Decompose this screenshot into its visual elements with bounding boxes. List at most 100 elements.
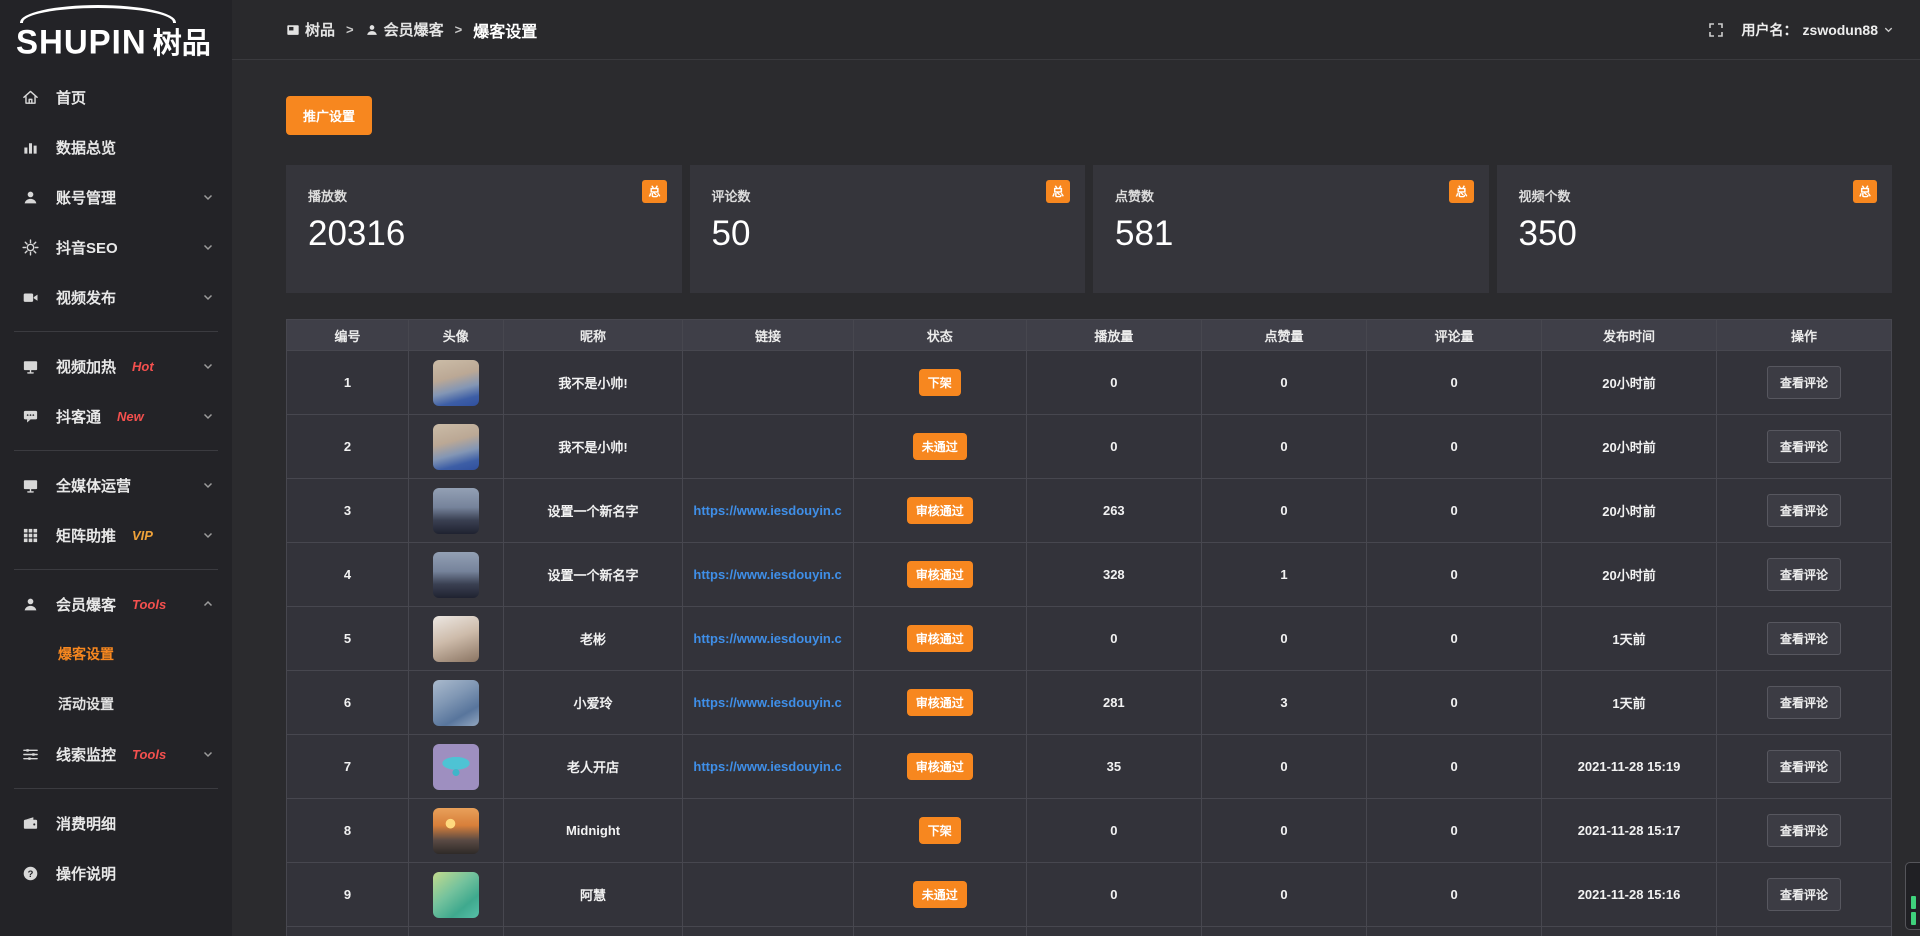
status-cell: 审核通过: [853, 607, 1026, 671]
chevron-up-icon: [202, 598, 214, 610]
avatar-cell: [408, 607, 503, 671]
comments-cell: 0: [1367, 607, 1542, 671]
avatar-cell: [408, 479, 503, 543]
chevron-down-icon: [202, 748, 214, 760]
plays-cell: 0: [1026, 415, 1201, 479]
sidebar-item-10[interactable]: 矩阵助推VIP: [0, 510, 232, 560]
view-comments-button[interactable]: 查看评论: [1767, 878, 1841, 911]
sliders-icon: [22, 746, 42, 763]
member-table: 编号头像昵称链接状态播放量点赞量评论量发布时间操作1我不是小帅!下架00020小…: [286, 319, 1892, 936]
sidebar-item-label: 消费明细: [56, 813, 116, 834]
breadcrumb-label: 树品: [305, 19, 335, 40]
likes-cell: 0: [1201, 863, 1366, 927]
sidebar-subitem-12-0[interactable]: 爆客设置: [0, 629, 232, 679]
plays-cell: 328: [1026, 543, 1201, 607]
sidebar-item-2[interactable]: 账号管理: [0, 172, 232, 222]
stat-card-total-badge: 总: [1449, 180, 1473, 203]
time-cell: 20小时前: [1542, 351, 1717, 415]
profile-link[interactable]: https://www.iesdouyin.c: [687, 759, 848, 774]
action-cell: 查看评论: [1716, 671, 1891, 735]
table-row: 8Midnight下架0002021-11-28 15:17查看评论: [287, 799, 1892, 863]
sidebar-item-3[interactable]: 抖音SEO: [0, 222, 232, 272]
link-cell: [683, 351, 853, 415]
sidebar-divider: [14, 788, 218, 789]
likes-cell: 0: [1201, 351, 1366, 415]
status-cell: 下架: [853, 799, 1026, 863]
breadcrumb-item-1[interactable]: 会员爆客: [365, 19, 444, 40]
view-comments-button[interactable]: 查看评论: [1767, 686, 1841, 719]
likes-cell: 0: [1201, 479, 1366, 543]
action-cell: 查看评论: [1716, 415, 1891, 479]
status-cell: 审核通过: [853, 479, 1026, 543]
likes-cell: 3: [1201, 671, 1366, 735]
user-icon: [365, 23, 379, 37]
status-cell: 审核通过: [853, 543, 1026, 607]
sidebar-item-9[interactable]: 全媒体运营: [0, 460, 232, 510]
table-row: 7老人开店https://www.iesdouyin.c审核通过35002021…: [287, 735, 1892, 799]
view-comments-button[interactable]: 查看评论: [1767, 750, 1841, 783]
avatar-cell: [408, 927, 503, 936]
nickname-cell: 我不是小帅!: [503, 415, 683, 479]
link-cell: [683, 415, 853, 479]
status-cell: 未通过: [853, 415, 1026, 479]
profile-link[interactable]: https://www.iesdouyin.c: [687, 695, 848, 710]
comments-cell: 0: [1367, 735, 1542, 799]
table-row: 4设置一个新名字https://www.iesdouyin.c审核通过32810…: [287, 543, 1892, 607]
sidebar-item-0[interactable]: 首页: [0, 72, 232, 122]
avatar: [433, 488, 479, 534]
sidebar-item-16[interactable]: ?操作说明: [0, 848, 232, 898]
profile-link[interactable]: https://www.iesdouyin.c: [687, 503, 848, 518]
sidebar-item-badge: Hot: [132, 359, 154, 374]
sidebar-item-label: 视频发布: [56, 287, 116, 308]
table-row: 1我不是小帅!下架00020小时前查看评论: [287, 351, 1892, 415]
sidebar-item-6[interactable]: 视频加热Hot: [0, 341, 232, 391]
sidebar-item-15[interactable]: 消费明细: [0, 798, 232, 848]
status-badge: 未通过: [913, 881, 967, 908]
column-header: 头像: [408, 320, 503, 351]
svg-text:?: ?: [28, 868, 34, 879]
wallet-icon: [22, 815, 42, 832]
breadcrumb-label: 爆客设置: [473, 18, 537, 42]
sidebar-item-7[interactable]: 抖客通New: [0, 391, 232, 441]
view-comments-button[interactable]: 查看评论: [1767, 814, 1841, 847]
sidebar-item-badge: Tools: [132, 747, 166, 762]
table-row: 5老彬https://www.iesdouyin.c审核通过0001天前查看评论: [287, 607, 1892, 671]
sidebar-item-badge: New: [117, 409, 144, 424]
profile-link[interactable]: https://www.iesdouyin.c: [687, 631, 848, 646]
sidebar-item-1[interactable]: 数据总览: [0, 122, 232, 172]
sidebar-item-13[interactable]: 线索监控Tools: [0, 729, 232, 779]
action-cell: 查看评论: [1716, 351, 1891, 415]
avatar: [433, 744, 479, 790]
comments-cell: 0: [1367, 799, 1542, 863]
status-badge: 审核通过: [907, 497, 973, 524]
promotion-settings-button[interactable]: 推广设置: [286, 96, 372, 135]
chevron-down-icon: [202, 479, 214, 491]
view-comments-button[interactable]: 查看评论: [1767, 494, 1841, 527]
board-icon: [286, 23, 300, 37]
main-content: 推广设置 播放数20316总评论数50总点赞数581总视频个数350总 编号头像…: [232, 61, 1920, 936]
time-cell: [1542, 927, 1717, 936]
sidebar-item-12[interactable]: 会员爆客Tools: [0, 579, 232, 629]
user-menu[interactable]: 用户名：zswodun88: [1742, 20, 1894, 40]
breadcrumb-item-2[interactable]: 爆客设置: [473, 18, 537, 42]
floating-widget[interactable]: [1905, 862, 1920, 930]
column-header: 链接: [683, 320, 853, 351]
sidebar-item-4[interactable]: 视频发布: [0, 272, 232, 322]
row-id-cell: 6: [287, 671, 409, 735]
fullscreen-icon[interactable]: [1708, 22, 1724, 38]
view-comments-button[interactable]: 查看评论: [1767, 366, 1841, 399]
plays-cell: 0: [1026, 799, 1201, 863]
view-comments-button[interactable]: 查看评论: [1767, 622, 1841, 655]
avatar-cell: [408, 863, 503, 927]
likes-cell: 1: [1201, 543, 1366, 607]
view-comments-button[interactable]: 查看评论: [1767, 558, 1841, 591]
view-comments-button[interactable]: 查看评论: [1767, 430, 1841, 463]
sidebar-item-label: 首页: [56, 87, 86, 108]
profile-link[interactable]: https://www.iesdouyin.c: [687, 567, 848, 582]
stat-card-total-badge: 总: [642, 180, 666, 203]
sidebar-item-label: 数据总览: [56, 137, 116, 158]
breadcrumb-item-0[interactable]: 树品: [286, 19, 335, 40]
sidebar-subitem-12-1[interactable]: 活动设置: [0, 679, 232, 729]
status-badge: 审核通过: [907, 753, 973, 780]
app-logo: SHUPIN 树品: [0, 0, 232, 58]
